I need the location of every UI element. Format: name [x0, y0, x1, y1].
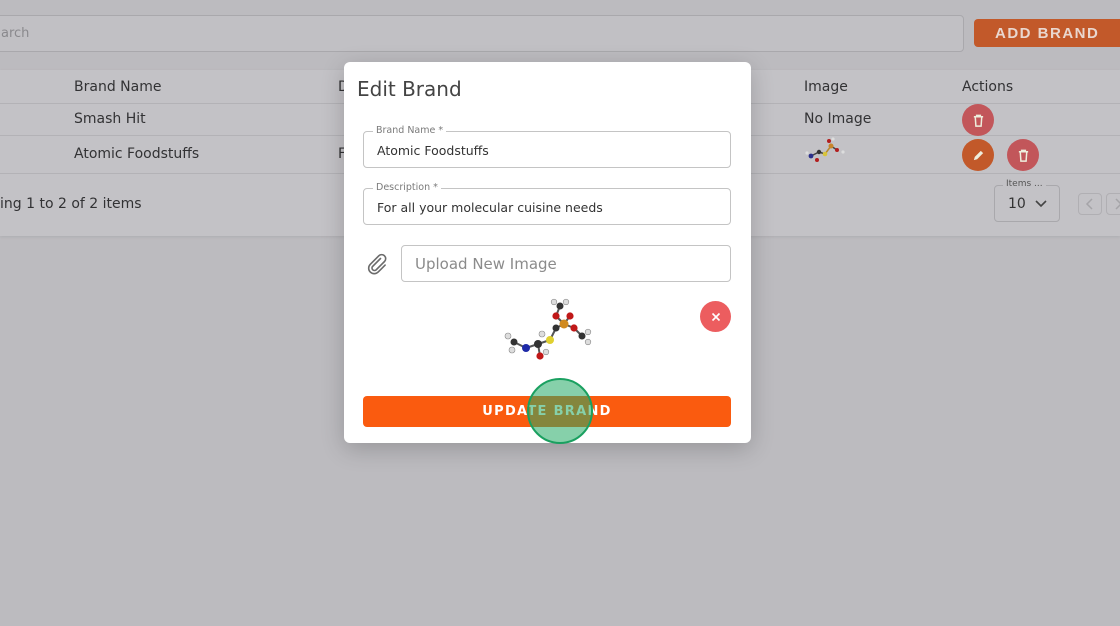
pagination-summary: ing 1 to 2 of 2 items [0, 196, 142, 212]
description-field[interactable]: Description * For all your molecular cui… [363, 182, 731, 225]
click-indicator [527, 378, 593, 444]
previous-page-button[interactable] [1078, 193, 1102, 215]
trash-icon [973, 114, 983, 127]
brand-image-preview [504, 298, 592, 360]
dialog-title: Edit Brand [357, 77, 462, 101]
brand-name-label: Brand Name * [373, 125, 447, 136]
description-value: For all your molecular cuisine needs [377, 200, 603, 215]
items-per-page-label: Items ... [1003, 179, 1046, 189]
items-per-page-value: 10 [1008, 196, 1026, 212]
chevron-right-icon [1115, 198, 1120, 210]
pencil-icon [973, 150, 983, 160]
row-2-edit-button[interactable] [962, 139, 994, 171]
row-2-brand-image [805, 137, 845, 162]
remove-image-button[interactable] [700, 301, 731, 332]
upload-image-input[interactable]: Upload New Image [401, 245, 731, 282]
search-placeholder: arch [1, 26, 30, 41]
chevron-left-icon [1085, 198, 1093, 210]
next-page-button[interactable] [1106, 193, 1120, 215]
row-1-brand-name: Smash Hit [74, 111, 146, 127]
add-brand-button[interactable]: ADD BRAND [974, 19, 1120, 47]
brand-name-field[interactable]: Brand Name * Atomic Foodstuffs [363, 125, 731, 168]
trash-icon [1018, 149, 1028, 162]
row-1-image-text: No Image [804, 111, 872, 127]
column-header-image: Image [804, 79, 848, 95]
chevron-down-icon [1035, 200, 1047, 208]
row-2-delete-button[interactable] [1007, 139, 1039, 171]
search-input[interactable]: arch [0, 15, 964, 52]
upload-image-placeholder: Upload New Image [415, 255, 557, 273]
items-per-page-select[interactable]: Items ... 10 [994, 179, 1060, 222]
row-2-brand-name: Atomic Foodstuffs [74, 146, 200, 162]
description-label: Description * [373, 182, 441, 193]
close-icon [711, 312, 720, 321]
column-header-actions: Actions [962, 79, 1014, 95]
brand-name-value: Atomic Foodstuffs [377, 143, 489, 158]
paperclip-icon[interactable] [364, 252, 388, 276]
row-1-delete-button[interactable] [962, 104, 994, 136]
column-header-brand-name[interactable]: Brand Name [74, 79, 161, 95]
